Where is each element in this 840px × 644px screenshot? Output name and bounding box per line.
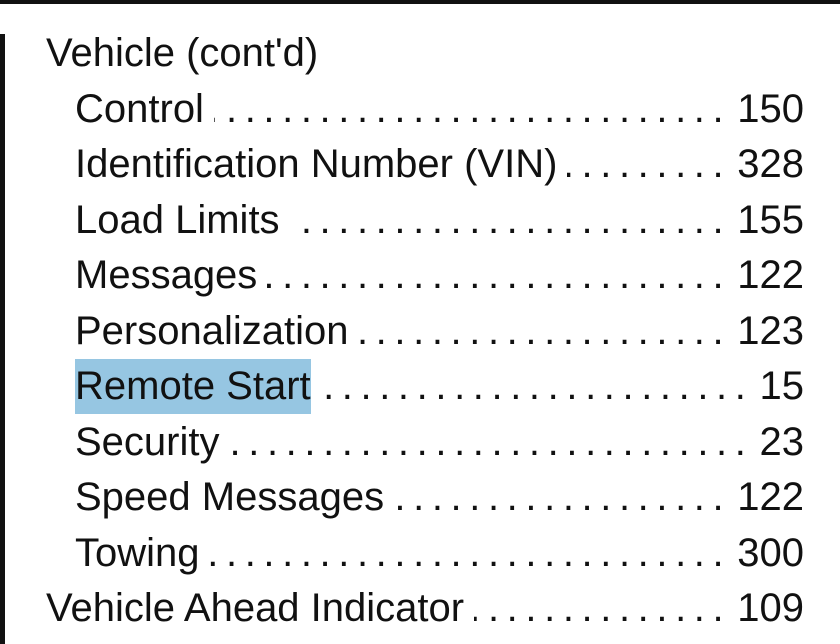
leader-dots: ........................................… bbox=[229, 419, 754, 464]
index-entry-towing: Towing .................................… bbox=[46, 526, 804, 582]
index-term: Security bbox=[75, 419, 220, 464]
index-entry-personalization: Personalization ........................… bbox=[46, 304, 804, 360]
page-number[interactable]: 23 bbox=[760, 415, 805, 470]
page-number[interactable]: 300 bbox=[737, 526, 804, 581]
page-number[interactable]: 150 bbox=[737, 82, 804, 137]
leader-dots: ........................................… bbox=[267, 253, 732, 297]
page-number[interactable]: 155 bbox=[737, 193, 804, 248]
page-number[interactable]: 15 bbox=[760, 359, 805, 414]
index-entry-remote-start: Remote Start ...........................… bbox=[46, 359, 804, 415]
page-number[interactable]: 123 bbox=[737, 304, 804, 359]
leader-dots: ........................................… bbox=[210, 530, 732, 575]
left-column-rule bbox=[0, 34, 5, 644]
leader-dots: ........................................… bbox=[358, 308, 732, 353]
index-heading-vehicle-contd: Vehicle (cont'd) bbox=[46, 26, 804, 82]
leader-dots: ........................................… bbox=[474, 586, 732, 630]
leader-dots: ........................................… bbox=[214, 86, 732, 131]
leader-dots: ........................................… bbox=[567, 142, 732, 186]
page-number[interactable]: 109 bbox=[737, 581, 804, 636]
leader-dots: ........................................… bbox=[289, 197, 732, 242]
page-number[interactable]: 122 bbox=[737, 248, 804, 303]
top-rule bbox=[0, 0, 840, 4]
index-entry-load-limits: Load Limits ............................… bbox=[46, 193, 804, 249]
index-term: Towing bbox=[75, 530, 200, 575]
index-entry-vehicle-ahead-indicator: Vehicle Ahead Indicator ................… bbox=[46, 581, 804, 637]
page-number[interactable]: 328 bbox=[737, 137, 804, 192]
index-entry-control: Control ................................… bbox=[46, 82, 804, 138]
page-number[interactable]: 122 bbox=[737, 470, 804, 525]
index-list: Vehicle (cont'd) Control ...............… bbox=[46, 26, 804, 637]
index-entry-security: Security ...............................… bbox=[46, 415, 804, 471]
index-entry-messages: Messages ...............................… bbox=[46, 248, 804, 304]
index-entry-vin: Identification Number (VIN) ............… bbox=[46, 137, 804, 193]
index-term: Personalization bbox=[75, 308, 349, 353]
index-term: Vehicle (cont'd) bbox=[46, 31, 319, 75]
index-term: Messages bbox=[75, 253, 258, 297]
highlighted-index-term[interactable]: Remote Start bbox=[75, 359, 311, 414]
index-term: Identification Number (VIN) bbox=[75, 142, 558, 186]
index-term: Vehicle Ahead Indicator bbox=[46, 586, 465, 630]
leader-dots: ........................................… bbox=[394, 475, 732, 519]
index-term: Control bbox=[75, 86, 204, 131]
index-term: Load Limits bbox=[75, 197, 280, 242]
index-term: Speed Messages bbox=[75, 475, 385, 519]
index-entry-speed-messages: Speed Messages .........................… bbox=[46, 470, 804, 526]
leader-dots: ........................................… bbox=[320, 364, 754, 408]
